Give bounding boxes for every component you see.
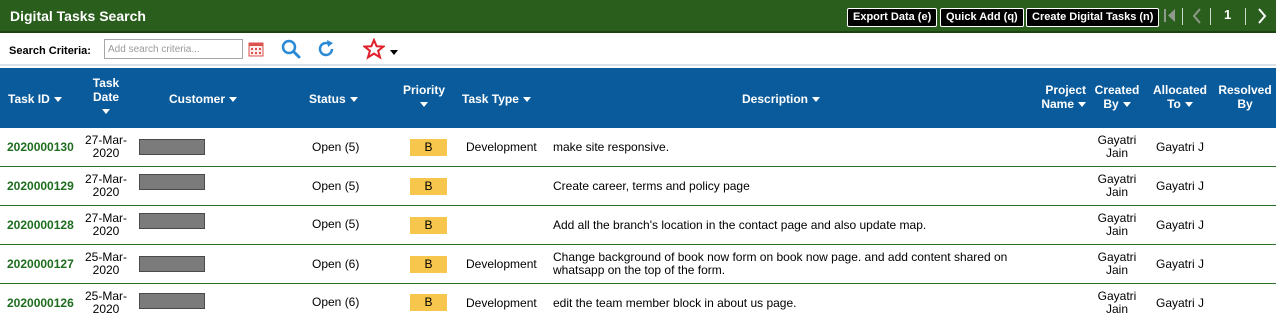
pager-divider <box>1245 8 1246 25</box>
status: Open (5) <box>312 179 360 193</box>
column-resolved-by[interactable]: Resolved By <box>1216 83 1274 111</box>
description: Create career, terms and policy page <box>553 179 750 193</box>
priority-badge: B <box>410 294 447 311</box>
customer-redacted <box>139 139 205 155</box>
table-row[interactable]: 2020000129 27-Mar-2020 Open (5) B Create… <box>0 167 1276 206</box>
pager-divider <box>1210 8 1211 25</box>
star-icon[interactable] <box>361 37 387 65</box>
column-allocated-to[interactable]: Allocated To <box>1150 83 1210 111</box>
table-row[interactable]: 2020000128 27-Mar-2020 Open (5) B Add al… <box>0 206 1276 245</box>
task-date: 25-Mar-2020 <box>84 289 127 316</box>
table-row[interactable]: 2020000126 25-Mar-2020 Open (6) B Develo… <box>0 284 1276 323</box>
calendar-icon[interactable] <box>248 41 264 62</box>
page-title: Digital Tasks Search <box>10 8 146 24</box>
column-task-date[interactable]: Task Date <box>88 76 124 118</box>
task-id-link[interactable]: 2020000129 <box>7 180 74 193</box>
search-criteria-label: Search Criteria: <box>9 45 91 57</box>
create-digital-tasks-button[interactable]: Create Digital Tasks (n) <box>1026 8 1160 27</box>
task-date: 27-Mar-2020 <box>84 133 127 160</box>
first-page-icon[interactable] <box>1163 6 1177 28</box>
chevron-down-icon[interactable] <box>389 44 399 62</box>
description: make site responsive. <box>553 140 670 154</box>
chevron-down-icon <box>1078 102 1086 108</box>
description: Change background of book now form on bo… <box>553 250 1008 277</box>
column-priority[interactable]: Priority <box>400 83 448 111</box>
created-by: Gayatri Jain <box>1097 133 1137 160</box>
column-description[interactable]: Description <box>742 92 821 106</box>
pager-divider <box>1182 8 1183 25</box>
table-row[interactable]: 2020000130 27-Mar-2020 Open (5) B Develo… <box>0 128 1276 167</box>
task-type: Development <box>466 296 537 310</box>
column-status[interactable]: Status <box>309 92 358 106</box>
task-type: Development <box>466 140 537 154</box>
chevron-down-icon <box>53 97 62 103</box>
allocated-to: Gayatri J <box>1155 218 1204 232</box>
task-date: 27-Mar-2020 <box>84 172 127 199</box>
priority-badge: B <box>410 178 447 195</box>
chevron-down-icon <box>1122 102 1131 108</box>
search-icon[interactable] <box>281 39 301 64</box>
allocated-to: Gayatri J <box>1155 179 1204 193</box>
column-customer[interactable]: Customer <box>169 92 238 106</box>
chevron-right-icon[interactable] <box>1256 6 1268 28</box>
description: edit the team member block in about us p… <box>553 296 797 310</box>
task-date: 25-Mar-2020 <box>84 250 127 277</box>
allocated-to: Gayatri J <box>1155 296 1204 310</box>
table-row[interactable]: 2020000127 25-Mar-2020 Open (6) B Develo… <box>0 245 1276 284</box>
allocated-to: Gayatri J <box>1155 140 1204 154</box>
table-header: Task ID Task Date Customer Status Priori… <box>0 68 1276 128</box>
customer-redacted <box>139 174 205 190</box>
status: Open (6) <box>312 295 360 309</box>
export-data-button[interactable]: Export Data (e) <box>847 8 938 27</box>
page-number: 1 <box>1224 7 1232 22</box>
chevron-down-icon <box>420 102 428 108</box>
column-created-by[interactable]: Created By <box>1092 83 1142 111</box>
priority-badge: B <box>410 139 447 156</box>
status: Open (6) <box>312 257 360 271</box>
allocated-to: Gayatri J <box>1155 257 1204 271</box>
status: Open (5) <box>312 217 360 231</box>
chevron-down-icon <box>102 109 110 115</box>
task-type: Development <box>466 257 537 271</box>
priority-badge: B <box>410 217 447 234</box>
column-task-id[interactable]: Task ID <box>8 92 62 106</box>
chevron-down-icon <box>349 97 358 103</box>
customer-redacted <box>139 293 205 309</box>
created-by: Gayatri Jain <box>1097 289 1137 316</box>
chevron-down-icon <box>522 97 531 103</box>
task-id-link[interactable]: 2020000130 <box>7 141 74 154</box>
task-id-link[interactable]: 2020000126 <box>7 297 74 310</box>
search-input[interactable] <box>104 39 243 59</box>
description: Add all the branch's location in the con… <box>553 218 927 232</box>
chevron-down-icon <box>812 97 821 103</box>
task-id-link[interactable]: 2020000127 <box>7 258 74 271</box>
task-date: 27-Mar-2020 <box>84 211 127 238</box>
created-by: Gayatri Jain <box>1097 172 1137 199</box>
created-by: Gayatri Jain <box>1097 250 1137 277</box>
chevron-down-icon <box>229 97 238 103</box>
column-task-type[interactable]: Task Type <box>462 92 531 106</box>
priority-badge: B <box>410 256 447 273</box>
column-project-name[interactable]: Project Name <box>1022 83 1086 111</box>
title-bar: Digital Tasks Search Export Data (e) Qui… <box>0 0 1276 33</box>
chevron-left-icon[interactable] <box>1191 6 1203 28</box>
search-toolbar: Search Criteria: <box>0 35 1276 66</box>
task-id-link[interactable]: 2020000128 <box>7 219 74 232</box>
customer-redacted <box>139 256 205 272</box>
status: Open (5) <box>312 140 360 154</box>
created-by: Gayatri Jain <box>1097 211 1137 238</box>
chevron-down-icon <box>1184 102 1193 108</box>
quick-add-button[interactable]: Quick Add (q) <box>940 8 1024 27</box>
refresh-icon[interactable] <box>316 39 336 64</box>
customer-redacted <box>139 213 205 229</box>
